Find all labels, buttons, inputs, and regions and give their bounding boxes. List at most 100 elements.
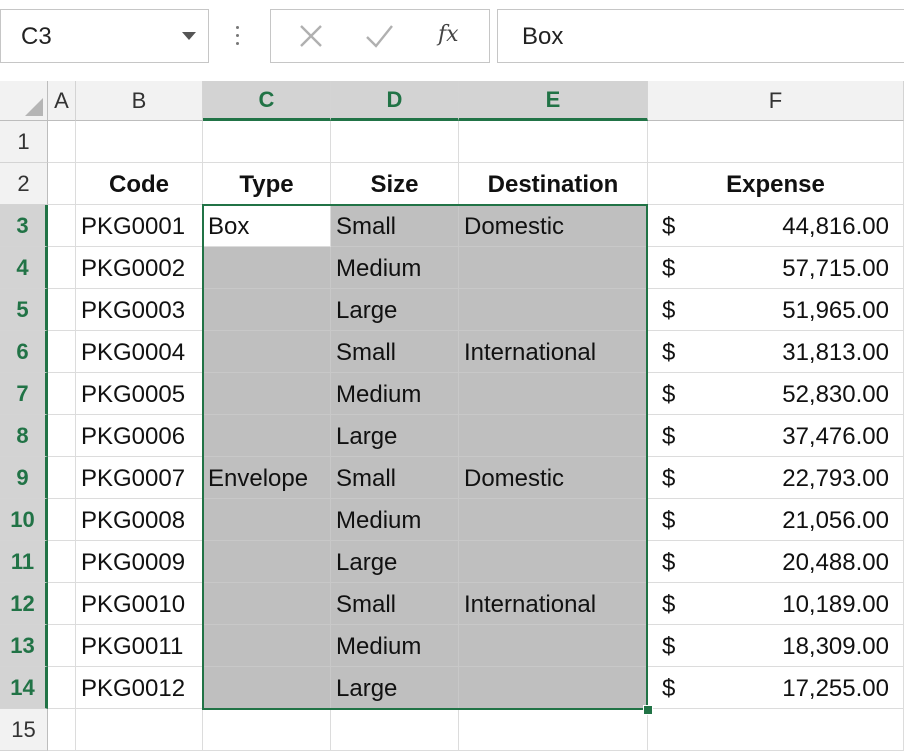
row-header-1[interactable]: 1 (0, 121, 48, 163)
cell-f4[interactable]: 57,715.00 $ (648, 247, 904, 289)
cell-c10[interactable] (203, 499, 331, 541)
cell-b3[interactable]: PKG0001 (76, 205, 203, 247)
cell-a11[interactable] (48, 541, 76, 583)
cell-e12[interactable]: International (459, 583, 648, 625)
cell-d2[interactable]: Size (331, 163, 459, 205)
cell-f7[interactable]: 52,830.00 $ (648, 373, 904, 415)
cell-e4[interactable] (459, 247, 648, 289)
column-header-a[interactable]: A (48, 81, 76, 121)
cell-e5[interactable] (459, 289, 648, 331)
cell-c12[interactable] (203, 583, 331, 625)
cell-b4[interactable]: PKG0002 (76, 247, 203, 289)
cell-c4[interactable] (203, 247, 331, 289)
cell-e2[interactable]: Destination (459, 163, 648, 205)
cell-a1[interactable] (48, 121, 76, 163)
cell-e11[interactable] (459, 541, 648, 583)
row-header-2[interactable]: 2 (0, 163, 48, 205)
cell-d8[interactable]: Large (331, 415, 459, 457)
cell-b11[interactable]: PKG0009 (76, 541, 203, 583)
cell-d14[interactable]: Large (331, 667, 459, 709)
row-header-14[interactable]: 14 (0, 667, 48, 709)
cell-a12[interactable] (48, 583, 76, 625)
cell-f3[interactable]: 44,816.00 $ (648, 205, 904, 247)
cell-a9[interactable] (48, 457, 76, 499)
cell-f5[interactable]: 51,965.00 $ (648, 289, 904, 331)
cell-f1[interactable] (648, 121, 904, 163)
cell-e6[interactable]: International (459, 331, 648, 373)
row-header-10[interactable]: 10 (0, 499, 48, 541)
insert-function-icon[interactable]: fx (426, 10, 476, 62)
cell-e13[interactable] (459, 625, 648, 667)
cell-e1[interactable] (459, 121, 648, 163)
cell-b8[interactable]: PKG0006 (76, 415, 203, 457)
cell-e10[interactable] (459, 499, 648, 541)
cell-d3[interactable]: Small (331, 205, 459, 247)
name-box[interactable]: C3 (0, 9, 209, 63)
row-header-15[interactable]: 15 (0, 709, 48, 751)
cell-d4[interactable]: Medium (331, 247, 459, 289)
cell-f8[interactable]: 37,476.00 $ (648, 415, 904, 457)
fill-handle[interactable] (643, 705, 653, 715)
cell-b12[interactable]: PKG0010 (76, 583, 203, 625)
column-header-b[interactable]: B (76, 81, 203, 121)
cell-c11[interactable] (203, 541, 331, 583)
chevron-down-icon[interactable] (182, 32, 196, 40)
more-options-icon[interactable] (232, 20, 242, 50)
cell-e3[interactable]: Domestic (459, 205, 648, 247)
cell-f6[interactable]: 31,813.00 $ (648, 331, 904, 373)
cell-b13[interactable]: PKG0011 (76, 625, 203, 667)
cell-a7[interactable] (48, 373, 76, 415)
row-header-9[interactable]: 9 (0, 457, 48, 499)
cell-f14[interactable]: 17,255.00 $ (648, 667, 904, 709)
cell-c2[interactable]: Type (203, 163, 331, 205)
column-header-e[interactable]: E (459, 81, 648, 121)
cell-a6[interactable] (48, 331, 76, 373)
row-header-5[interactable]: 5 (0, 289, 48, 331)
cell-d6[interactable]: Small (331, 331, 459, 373)
row-header-11[interactable]: 11 (0, 541, 48, 583)
cell-d5[interactable]: Large (331, 289, 459, 331)
cell-b7[interactable]: PKG0005 (76, 373, 203, 415)
cell-b1[interactable] (76, 121, 203, 163)
cell-d12[interactable]: Small (331, 583, 459, 625)
cell-d13[interactable]: Medium (331, 625, 459, 667)
cell-c13[interactable] (203, 625, 331, 667)
cell-d7[interactable]: Medium (331, 373, 459, 415)
cell-b6[interactable]: PKG0004 (76, 331, 203, 373)
cell-f15[interactable] (648, 709, 904, 751)
cell-a2[interactable] (48, 163, 76, 205)
cancel-icon[interactable] (286, 10, 336, 62)
cell-c14[interactable] (203, 667, 331, 709)
cell-e15[interactable] (459, 709, 648, 751)
row-header-3[interactable]: 3 (0, 205, 48, 247)
cell-f12[interactable]: 10,189.00 $ (648, 583, 904, 625)
cell-b5[interactable]: PKG0003 (76, 289, 203, 331)
row-header-4[interactable]: 4 (0, 247, 48, 289)
row-header-7[interactable]: 7 (0, 373, 48, 415)
cell-b2[interactable]: Code (76, 163, 203, 205)
cell-a13[interactable] (48, 625, 76, 667)
row-header-6[interactable]: 6 (0, 331, 48, 373)
cell-a5[interactable] (48, 289, 76, 331)
cell-e7[interactable] (459, 373, 648, 415)
column-header-d[interactable]: D (331, 81, 459, 121)
cell-b9[interactable]: PKG0007 (76, 457, 203, 499)
cell-a3[interactable] (48, 205, 76, 247)
cell-d11[interactable]: Large (331, 541, 459, 583)
cell-c7[interactable] (203, 373, 331, 415)
cell-f11[interactable]: 20,488.00 $ (648, 541, 904, 583)
cell-c3[interactable]: Box (203, 205, 331, 247)
cell-b15[interactable] (76, 709, 203, 751)
select-all-button[interactable] (0, 81, 48, 121)
cell-f2[interactable]: Expense (648, 163, 904, 205)
row-header-12[interactable]: 12 (0, 583, 48, 625)
checkmark-icon[interactable] (354, 10, 404, 62)
cell-c15[interactable] (203, 709, 331, 751)
column-header-f[interactable]: F (648, 81, 904, 121)
cell-d15[interactable] (331, 709, 459, 751)
cell-a14[interactable] (48, 667, 76, 709)
cell-a8[interactable] (48, 415, 76, 457)
cell-b14[interactable]: PKG0012 (76, 667, 203, 709)
cell-f13[interactable]: 18,309.00 $ (648, 625, 904, 667)
cell-c1[interactable] (203, 121, 331, 163)
